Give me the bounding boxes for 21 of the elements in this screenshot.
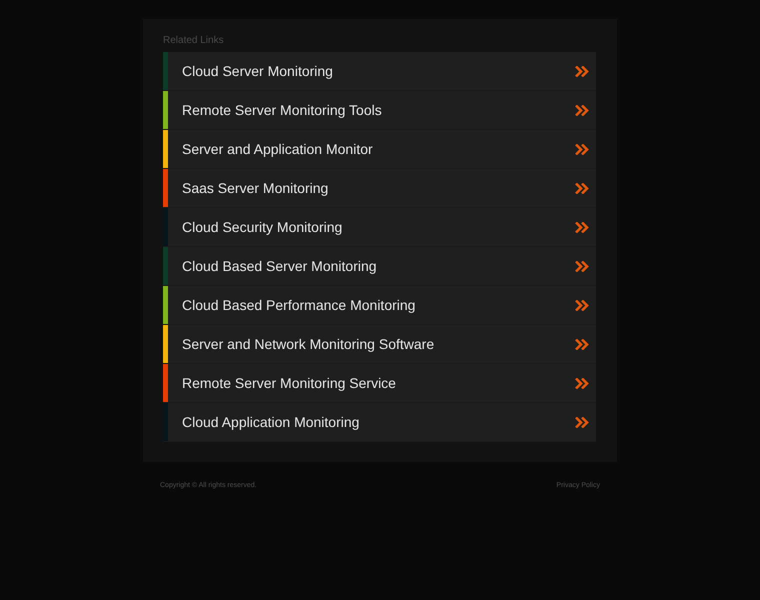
link-row[interactable]: Cloud Server Monitoring	[163, 52, 596, 91]
link-row[interactable]: Cloud Based Server Monitoring	[163, 247, 596, 286]
double-chevron-icon	[575, 378, 589, 388]
double-chevron-icon	[575, 104, 589, 116]
link-row[interactable]: Server and Network Monitoring Software	[163, 325, 596, 364]
double-chevron-icon	[575, 222, 589, 232]
link-row[interactable]: Saas Server Monitoring	[163, 169, 596, 208]
double-chevron-icon	[575, 260, 589, 272]
link-row[interactable]: Remote Server Monitoring Tools	[163, 91, 596, 130]
link-row[interactable]: Cloud Security Monitoring	[163, 208, 596, 247]
link-row[interactable]: Cloud Based Performance Monitoring	[163, 286, 596, 325]
link-row[interactable]: Server and Application Monitor	[163, 130, 596, 169]
double-chevron-icon	[575, 144, 589, 154]
double-chevron-icon	[575, 338, 589, 350]
double-chevron-icon	[575, 182, 589, 194]
link-row[interactable]: Cloud Application Monitoring	[163, 403, 596, 442]
double-chevron-icon	[575, 416, 589, 428]
link-row[interactable]: Remote Server Monitoring Service	[163, 364, 596, 403]
double-chevron-icon	[575, 300, 589, 310]
double-chevron-icon	[575, 66, 589, 76]
section-heading: Related Links	[163, 35, 225, 46]
